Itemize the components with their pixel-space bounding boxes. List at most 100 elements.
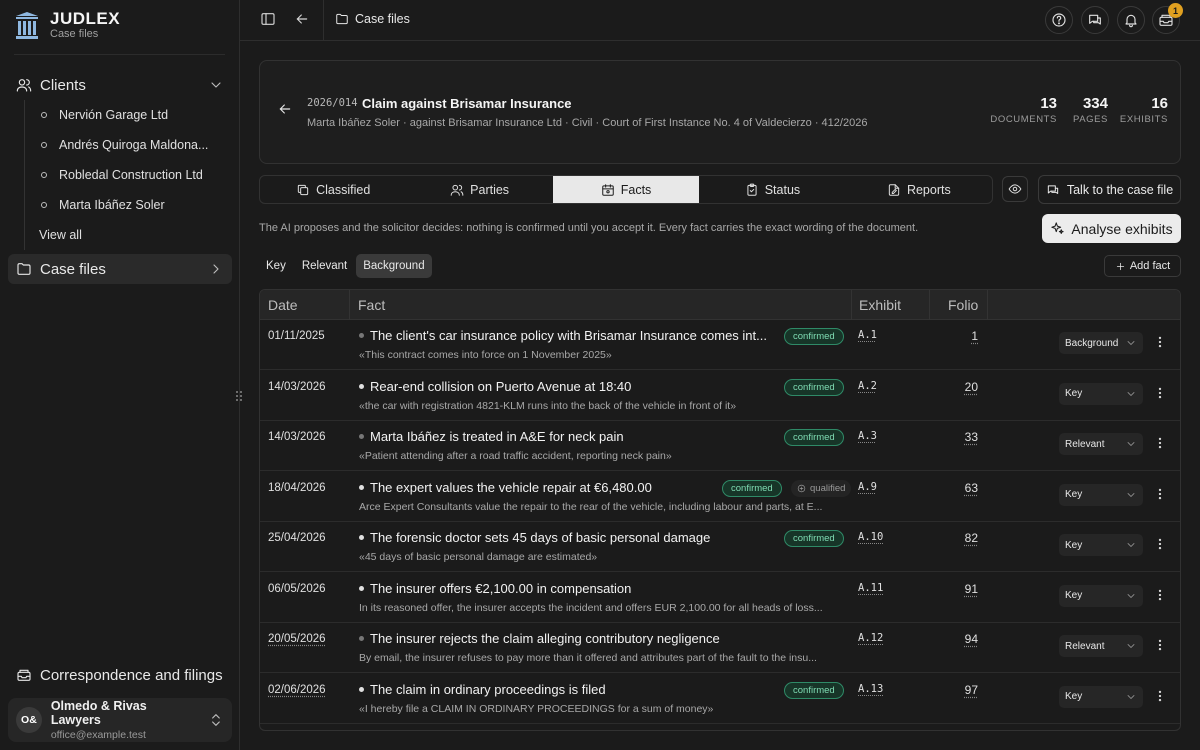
stat-value: 13 <box>1040 95 1057 112</box>
table-row[interactable]: 14/03/2026 Rear-end collision on Puerto A… <box>260 371 1180 421</box>
column-header-date[interactable]: Date <box>268 297 298 313</box>
client-item[interactable]: Nervión Garage Ltd <box>25 100 224 130</box>
case-meta: Marta Ibáñez Soler · against Brisamar In… <box>307 117 868 129</box>
talk-to-case-file-button[interactable]: Talk to the case file <box>1038 175 1181 204</box>
table-row[interactable]: 06/05/2026 The insurer offers €2,100.00 i… <box>260 573 1180 623</box>
classification-value: Key <box>1065 388 1083 399</box>
classification-select[interactable]: Relevant <box>1059 433 1143 455</box>
fact-quote: «Patient attending after a road traffic … <box>359 450 672 462</box>
exhibit-link[interactable]: A.13 <box>858 683 883 695</box>
back-button[interactable] <box>294 11 310 27</box>
row-menu-button[interactable] <box>1153 386 1167 400</box>
add-fact-button[interactable]: Add fact <box>1104 255 1181 277</box>
fact-title[interactable]: The client's car insurance policy with B… <box>359 328 777 343</box>
table-row[interactable]: 25/04/2026 The forensic doctor sets 45 da… <box>260 522 1180 572</box>
view-all-link[interactable]: View all <box>25 220 224 250</box>
chevron-down-icon <box>1127 391 1135 396</box>
user-switcher[interactable]: O& Olmedo & Rivas Lawyers office@example… <box>8 698 232 742</box>
case-header-card: 2026/014 Claim against Brisamar Insuranc… <box>259 60 1181 164</box>
arrow-left-icon <box>279 104 291 114</box>
toggle-sidebar-button[interactable] <box>260 11 276 27</box>
client-item[interactable]: Andrés Quiroga Maldona... <box>25 130 224 160</box>
notification-count-badge: 1 <box>1168 3 1183 18</box>
fact-title[interactable]: The insurer rejects the claim alleging c… <box>359 631 777 646</box>
fact-title[interactable]: The expert values the vehicle repair at … <box>359 480 777 495</box>
bullet-icon <box>359 686 364 692</box>
classification-select[interactable]: Key <box>1059 483 1143 506</box>
column-header-folio[interactable]: Folio <box>948 297 978 313</box>
table-row[interactable]: 01/11/2025 The client's car insurance pol… <box>260 320 1180 370</box>
row-menu-button[interactable] <box>1153 487 1167 501</box>
toggle-view-button[interactable] <box>1002 176 1028 202</box>
tab-reports[interactable]: Reports <box>846 176 992 203</box>
tab-facts[interactable]: Facts <box>552 176 700 203</box>
row-menu-button[interactable] <box>1153 335 1167 349</box>
folio-link[interactable]: 20 <box>938 380 978 394</box>
tab-status[interactable]: Status <box>699 176 845 203</box>
column-header-exhibit[interactable]: Exhibit <box>859 297 901 313</box>
classification-select[interactable]: Relevant <box>1059 635 1143 657</box>
folio-link[interactable]: 1 <box>938 329 978 343</box>
sidebar-resize-handle[interactable] <box>235 389 243 403</box>
tab-parties[interactable]: Parties <box>406 176 552 203</box>
row-menu-button[interactable] <box>1153 638 1167 652</box>
tab-classified[interactable]: Classified <box>260 176 406 203</box>
classification-select[interactable]: Key <box>1059 584 1143 607</box>
folio-link[interactable]: 97 <box>938 683 978 697</box>
table-row[interactable]: 02/06/2026 The claim in ordinary proceedi… <box>260 674 1180 724</box>
chevron-down-icon <box>1127 644 1135 648</box>
table-row[interactable]: 20/05/2026 The insurer rejects the claim … <box>260 623 1180 673</box>
table-header: Date Fact Exhibit Folio <box>260 290 1180 320</box>
exhibit-link[interactable]: A.9 <box>858 481 877 493</box>
exhibit-link[interactable]: A.2 <box>858 380 877 392</box>
column-header-fact[interactable]: Fact <box>358 297 385 313</box>
breadcrumb[interactable]: Case files <box>335 12 410 26</box>
client-item[interactable]: Marta Ibáñez Soler <box>25 190 224 220</box>
analyse-exhibits-button[interactable]: Analyse exhibits <box>1042 214 1181 243</box>
help-button[interactable] <box>1045 6 1073 34</box>
tab-label: Parties <box>470 182 510 197</box>
fact-title[interactable]: The forensic doctor sets 45 days of basi… <box>359 530 777 545</box>
exhibit-link[interactable]: A.1 <box>858 329 877 341</box>
filter-background[interactable]: Background <box>356 254 432 278</box>
relevance-filters: Key Relevant Background <box>259 254 432 278</box>
brand[interactable]: JUDLEX Case files <box>14 10 120 41</box>
exhibit-link[interactable]: A.10 <box>858 531 883 543</box>
fact-title[interactable]: The claim in ordinary proceedings is fil… <box>359 682 777 697</box>
folio-link[interactable]: 91 <box>938 582 978 596</box>
classification-select[interactable]: Key <box>1059 382 1143 405</box>
fact-title[interactable]: Rear-end collision on Puerto Avenue at 1… <box>359 379 777 394</box>
table-row[interactable]: 14/03/2026 Marta Ibáñez is treated in A&E… <box>260 421 1180 471</box>
nav-case-files[interactable]: Case files <box>8 254 232 284</box>
folio-link[interactable]: 63 <box>938 481 978 495</box>
folio-link[interactable]: 82 <box>938 531 978 545</box>
row-menu-button[interactable] <box>1153 588 1167 602</box>
case-back-button[interactable] <box>277 101 293 117</box>
more-vertical-icon <box>1158 589 1162 600</box>
table-row[interactable]: 18/04/2026 The expert values the vehicle … <box>260 472 1180 522</box>
client-item[interactable]: Robledal Construction Ltd <box>25 160 224 190</box>
row-menu-button[interactable] <box>1153 436 1167 450</box>
classification-select[interactable]: Background <box>1059 332 1143 354</box>
row-menu-button[interactable] <box>1153 689 1167 703</box>
filter-relevant[interactable]: Relevant <box>295 254 354 278</box>
classification-select[interactable]: Key <box>1059 685 1143 708</box>
divider <box>14 54 225 55</box>
notifications-button[interactable] <box>1117 6 1145 34</box>
exhibit-link[interactable]: A.3 <box>858 430 877 442</box>
fact-title[interactable]: Marta Ibáñez is treated in A&E for neck … <box>359 429 777 444</box>
nav-correspondence[interactable]: Correspondence and filings <box>8 660 232 690</box>
stat-label: PAGES <box>1072 114 1108 125</box>
messages-button[interactable] <box>1081 6 1109 34</box>
folio-link[interactable]: 94 <box>938 632 978 646</box>
folio-link[interactable]: 33 <box>938 430 978 444</box>
exhibit-link[interactable]: A.11 <box>858 582 883 594</box>
filter-key[interactable]: Key <box>259 254 293 278</box>
nav-clients[interactable]: Clients <box>8 70 232 100</box>
exhibit-link[interactable]: A.12 <box>858 632 883 644</box>
fact-title[interactable]: The insurer offers €2,100.00 in compensa… <box>359 581 777 596</box>
classification-select[interactable]: Key <box>1059 534 1143 556</box>
row-menu-button[interactable] <box>1153 537 1167 551</box>
inbox-button[interactable]: 1 <box>1152 3 1183 34</box>
user-email: office@example.test <box>50 729 146 741</box>
